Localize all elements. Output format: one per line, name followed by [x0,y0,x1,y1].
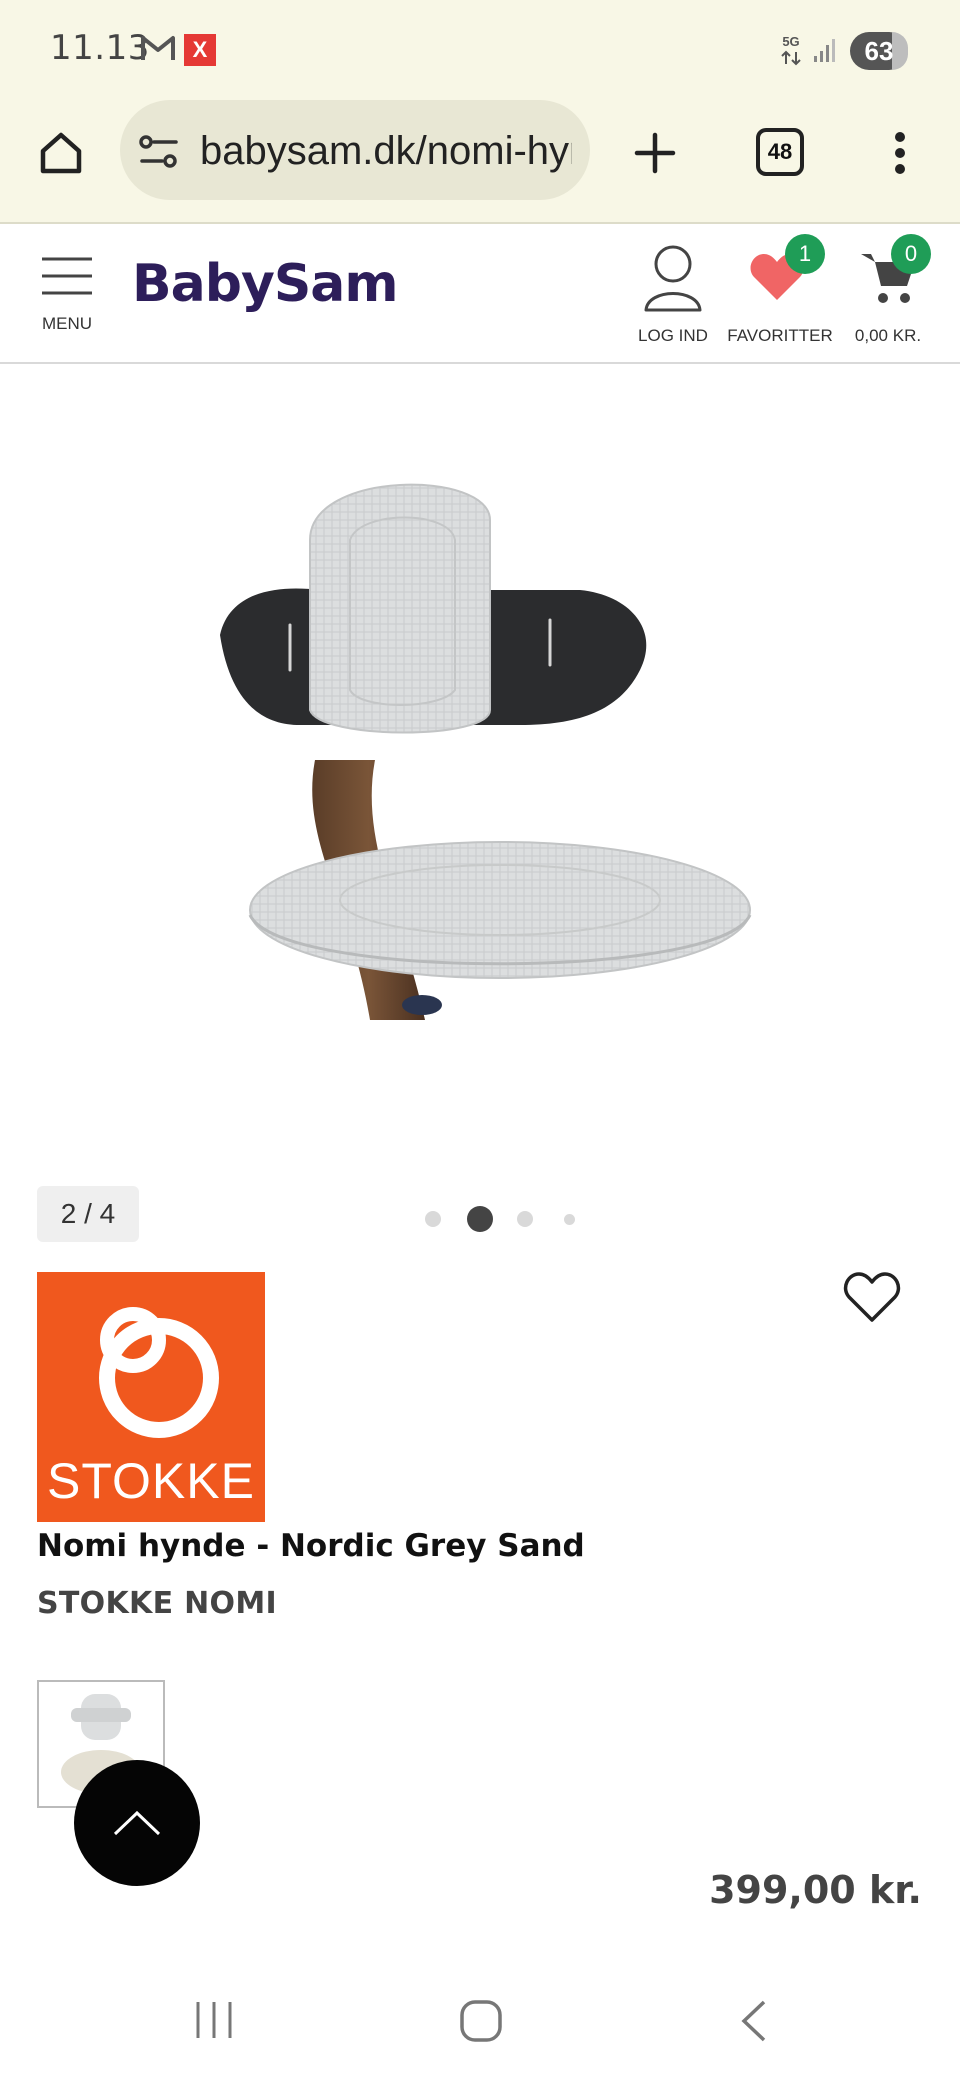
add-to-wishlist-button[interactable] [842,1270,902,1326]
battery-indicator: 63 [850,32,908,70]
chevron-up-icon [113,1810,161,1836]
network-label: 5G [782,34,799,49]
back-icon[interactable] [736,1998,772,2044]
home-icon [40,132,82,174]
heart-outline-icon [843,1272,901,1322]
site-settings-icon[interactable] [138,132,180,172]
product-image[interactable] [200,460,800,1040]
plus-icon [634,132,676,174]
stokke-wordmark: STOKKE [47,1453,255,1509]
gallery-dot-4[interactable] [564,1214,575,1225]
product-price: 399,00 kr. [709,1868,922,1912]
home-nav-icon[interactable] [458,1998,504,2044]
gallery-dot-2-active[interactable] [467,1206,493,1232]
menu-label: MENU [41,314,93,333]
network-5g-icon: 5G [781,34,801,66]
menu-button[interactable]: MENU [30,248,104,340]
browser-home-button[interactable] [30,122,92,184]
scroll-to-top-button[interactable] [74,1760,200,1886]
tab-switcher-button[interactable]: 48 [756,128,804,176]
hamburger-icon [42,257,92,295]
cart-total-label: 0,00 KR. [854,326,922,345]
favorites-count-badge: 1 [785,234,825,274]
image-counter: 2 / 4 [37,1186,139,1242]
gallery-dot-1[interactable] [425,1211,441,1227]
status-time: 11.13 [50,28,150,68]
x-notification-icon: X [184,34,216,66]
product-brand[interactable]: STOKKE NOMI [37,1586,277,1621]
signal-icon [814,39,835,62]
url-text[interactable]: babysam.dk/nomi-hynde [200,126,572,176]
more-vertical-icon [895,132,905,174]
new-tab-button[interactable] [624,122,686,184]
gallery-dot-3[interactable] [517,1211,533,1227]
stokke-symbol-icon [99,1307,219,1438]
cart-button[interactable]: 0 0,00 KR. [833,234,943,345]
cart-count-badge: 0 [891,234,931,274]
recent-apps-icon[interactable] [192,1998,236,2042]
stokke-brand-logo[interactable]: STOKKE [37,1272,265,1522]
battery-level: 63 [864,35,894,66]
browser-menu-button[interactable] [880,122,920,184]
user-icon [644,245,702,312]
gmail-icon [141,36,175,60]
babysam-logo[interactable]: BabySam [132,254,399,314]
product-title: Nomi hynde - Nordic Grey Sand [37,1528,585,1564]
